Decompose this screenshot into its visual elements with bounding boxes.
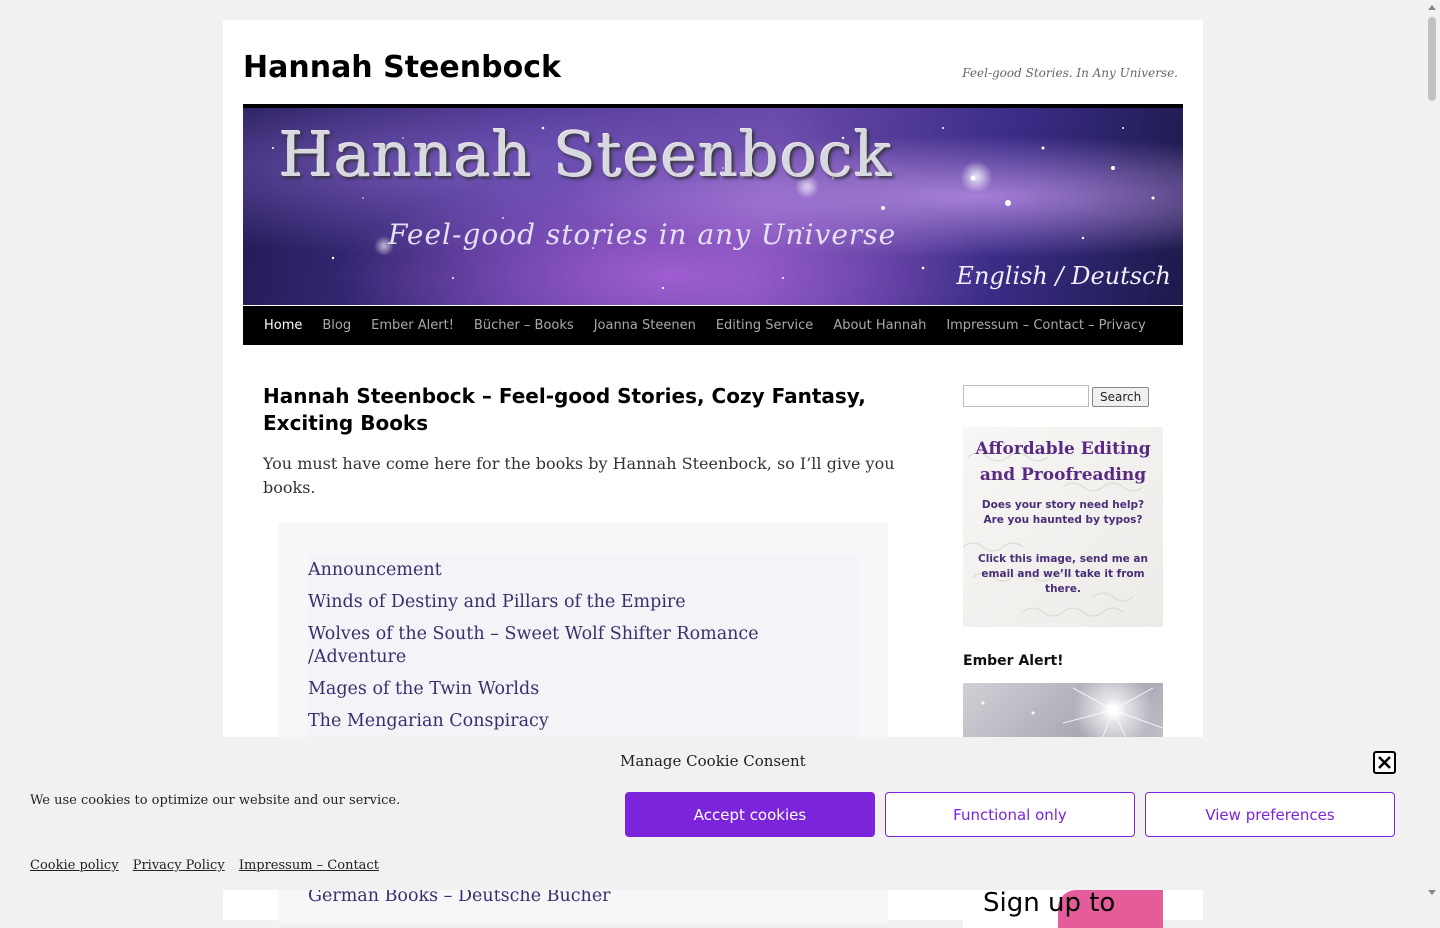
toc-link-mengarian-conspiracy[interactable]: The Mengarian Conspiracy (308, 710, 844, 733)
view-preferences-button[interactable]: View preferences (1145, 792, 1395, 837)
toc-link-wolves-of-the-south[interactable]: Wolves of the South – Sweet Wolf Shifter… (308, 623, 844, 669)
toc-link-winds-of-destiny[interactable]: Winds of Destiny and Pillars of the Empi… (308, 591, 844, 614)
privacy-policy-link[interactable]: Privacy Policy (133, 858, 225, 873)
main-navigation: Home Blog Ember Alert! Bücher – Books Jo… (243, 306, 1183, 345)
impressum-contact-link[interactable]: Impressum – Contact (239, 858, 379, 873)
scroll-up-icon[interactable] (1428, 5, 1436, 10)
nav-item-editing-service[interactable]: Editing Service (706, 318, 823, 333)
scrollbar-thumb[interactable] (1428, 17, 1436, 101)
banner-title: Hannah Steenbock (279, 118, 893, 191)
site-description: Feel-good Stories. In Any Universe. (962, 66, 1178, 80)
intro-paragraph: You must have come here for the books by… (263, 454, 895, 497)
scrollbar[interactable] (1424, 0, 1440, 900)
ad-question-1: Does your story need help? (981, 499, 1145, 511)
cookie-consent-banner: Manage Cookie Consent We use cookies to … (0, 737, 1424, 890)
nav-item-about[interactable]: About Hannah (823, 318, 936, 333)
language-switch-link[interactable]: English / Deutsch (956, 262, 1171, 290)
nav-item-impressum[interactable]: Impressum – Contact – Privacy (936, 318, 1155, 333)
site-title[interactable]: Hannah Steenbock (243, 50, 561, 85)
editing-service-ad[interactable]: Affordable Editing and Proofreading Does… (963, 427, 1163, 627)
cookie-message: We use cookies to optimize our website a… (30, 793, 401, 808)
main-content: Hannah Steenbock – Feel-good Stories, Co… (263, 383, 903, 923)
accept-cookies-button[interactable]: Accept cookies (625, 792, 875, 837)
toc-list: Announcement Winds of Destiny and Pillar… (308, 555, 858, 750)
header-banner[interactable]: Hannah Steenbock Feel-good stories in an… (243, 104, 1183, 305)
nav-item-books[interactable]: Bücher – Books (464, 318, 584, 333)
ad-cta-1: Click this image, send me an (978, 553, 1148, 565)
ad-question-2: Are you haunted by typos? (983, 514, 1143, 526)
cookie-links: Cookie policy Privacy Policy Impressum –… (30, 858, 389, 873)
banner-tagline: Feel-good stories in any Universe (388, 218, 897, 251)
close-icon[interactable] (1373, 751, 1396, 774)
search-input[interactable] (963, 385, 1089, 407)
ad-title: Affordable Editing and Proofreading (975, 439, 1151, 485)
search-button[interactable]: Search (1092, 387, 1150, 407)
page-title: Hannah Steenbock – Feel-good Stories, Co… (263, 384, 866, 435)
nav-item-blog[interactable]: Blog (312, 318, 361, 333)
scroll-down-icon[interactable] (1428, 890, 1436, 895)
nav-item-home[interactable]: Home (254, 318, 312, 333)
ember-alert-heading: Ember Alert! (963, 653, 1064, 669)
toc-link-announcement[interactable]: Announcement (308, 559, 844, 582)
toc-link-mages-twin-worlds[interactable]: Mages of the Twin Worlds (308, 678, 844, 701)
nav-item-ember-alert[interactable]: Ember Alert! (361, 318, 464, 333)
ad-cta-2: email and we’ll take it from there. (981, 568, 1145, 595)
signup-text: Sign up to (983, 888, 1116, 918)
functional-only-button[interactable]: Functional only (885, 792, 1135, 837)
cookie-policy-link[interactable]: Cookie policy (30, 858, 119, 873)
newsletter-signup-image[interactable]: Sign up to (963, 888, 1163, 928)
cookie-title: Manage Cookie Consent (620, 752, 806, 770)
nav-item-joanna-steenen[interactable]: Joanna Steenen (584, 318, 706, 333)
